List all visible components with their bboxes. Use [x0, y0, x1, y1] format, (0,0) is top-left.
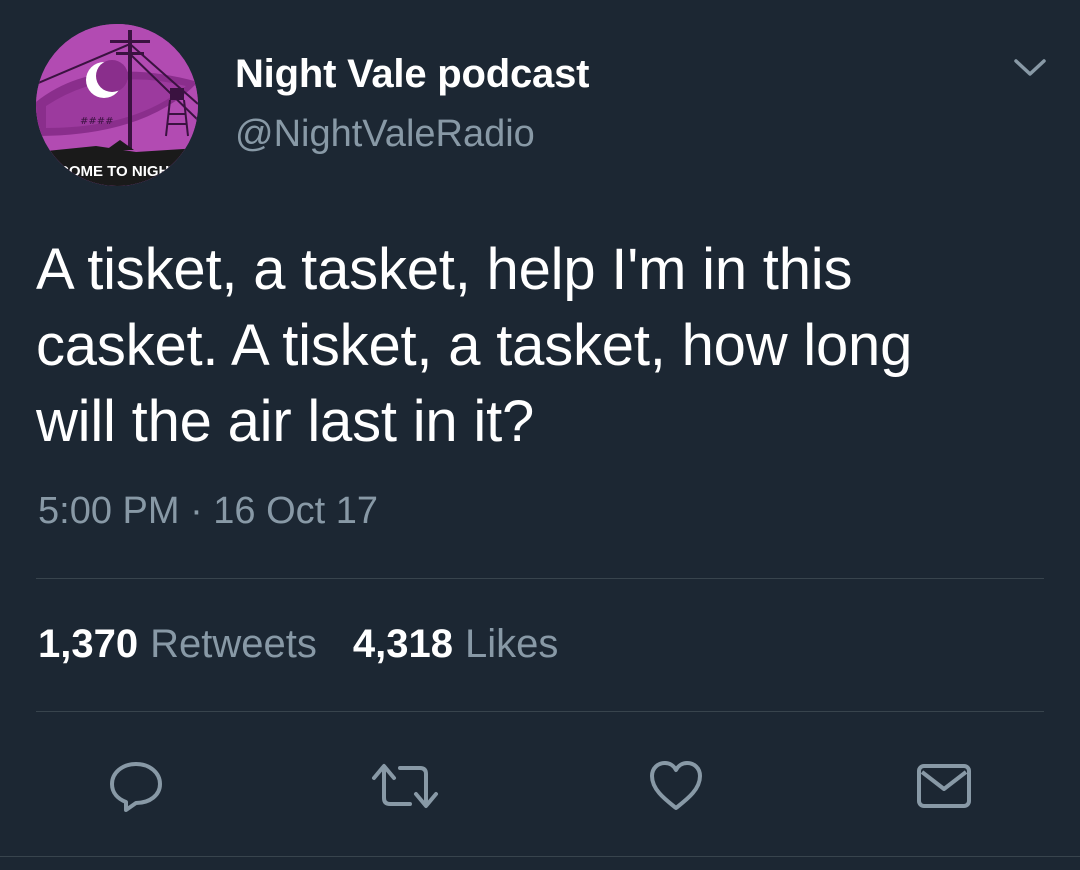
divider [36, 578, 1044, 579]
tweet-detail: #### COME TO NIGHT V Night Vale podcast … [0, 0, 1080, 870]
author-handle[interactable]: @NightValeRadio [235, 113, 535, 156]
avatar-banner-text: COME TO NIGHT V [58, 163, 193, 180]
likes-stat[interactable]: 4,318 Likes [353, 622, 559, 667]
svg-text:####: #### [80, 116, 114, 127]
avatar[interactable]: #### COME TO NIGHT V [36, 24, 198, 186]
retweet-button[interactable] [370, 756, 438, 816]
tweet-timestamp: 5:00 PM · 16 Oct 17 [38, 490, 379, 532]
more-options-button[interactable] [1010, 52, 1050, 82]
retweets-count: 1,370 [38, 622, 139, 666]
likes-count: 4,318 [352, 622, 453, 666]
retweets-label: Retweets [150, 622, 317, 666]
heart-icon [650, 761, 702, 810]
divider [0, 856, 1080, 857]
likes-label: Likes [464, 622, 559, 666]
retweets-stat[interactable]: 1,370 Retweets [38, 622, 317, 667]
retweet-icon [372, 764, 438, 808]
direct-message-button[interactable] [914, 756, 974, 816]
reply-button[interactable] [106, 756, 166, 816]
reply-icon [110, 762, 162, 812]
chevron-down-icon [1014, 59, 1046, 76]
tweet-text: A tisket, a tasket, help I'm in this cas… [36, 237, 913, 454]
like-button[interactable] [646, 756, 706, 816]
divider [36, 711, 1044, 712]
tweet-stats: 1,370 Retweets 4,318 Likes [38, 622, 594, 667]
night-vale-logo-icon: #### COME TO NIGHT V [36, 24, 198, 186]
envelope-icon [917, 764, 971, 808]
author-name[interactable]: Night Vale podcast [235, 52, 589, 97]
